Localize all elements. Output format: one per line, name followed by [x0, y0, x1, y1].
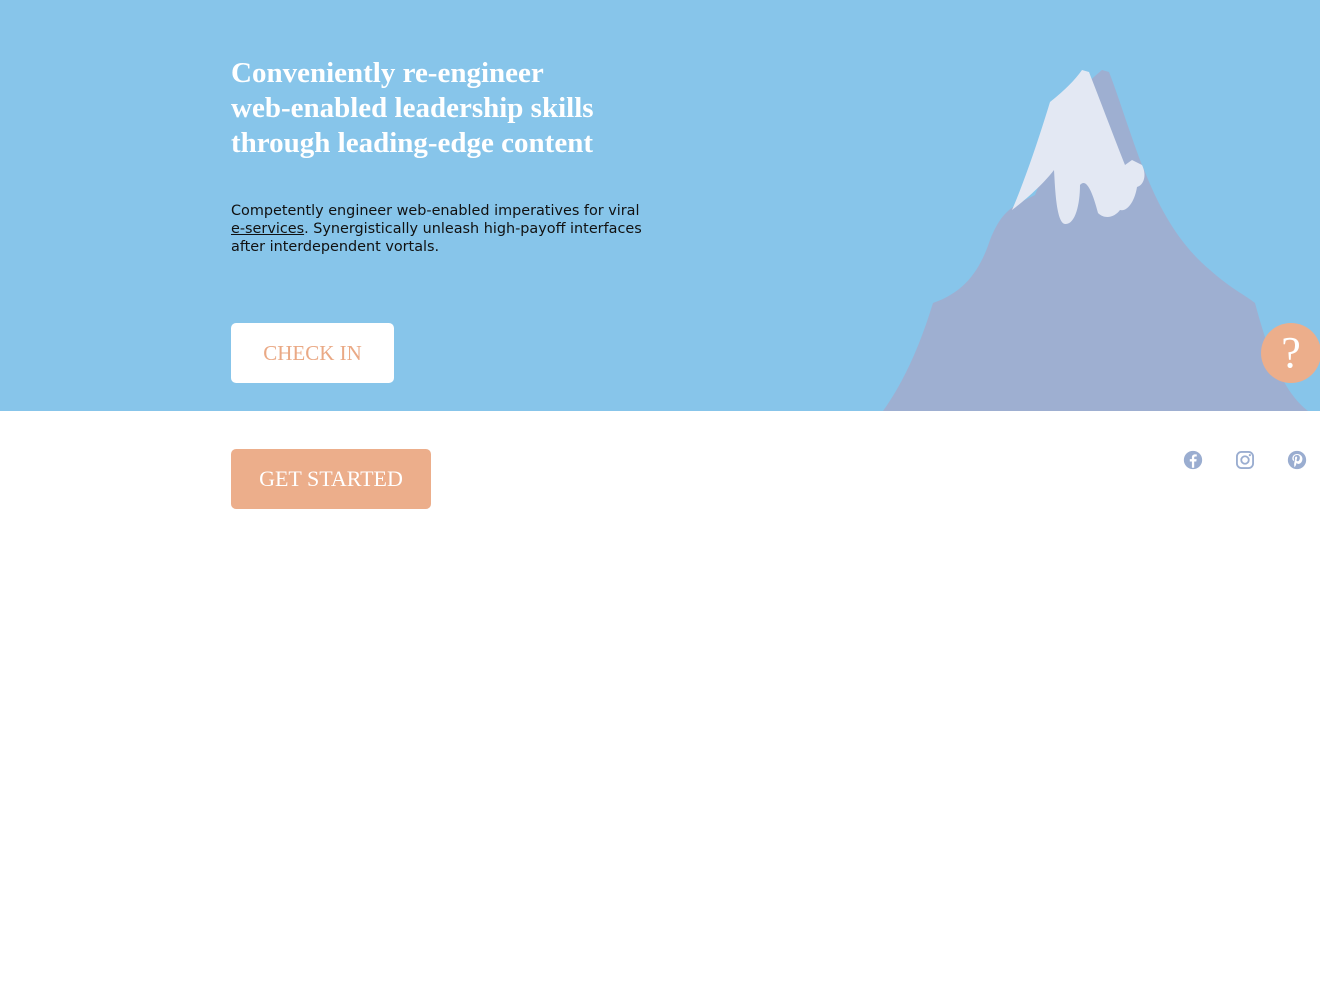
e-services-link[interactable]: e-services [231, 221, 304, 237]
description-line-1: Competently engineer web-enabled imperat… [231, 203, 640, 219]
description-line-3: after interdependent vortals. [231, 239, 440, 255]
description-line-2-text: . Synergistically unleash high-payoff in… [304, 221, 642, 237]
mountain-illustration [883, 70, 1308, 411]
description-line-2: e-services. Synergistically unleash high… [231, 220, 671, 238]
hero-description: Competently engineer web-enabled imperat… [231, 202, 671, 256]
hero-headline: Conveniently re-engineer web-enabled lea… [231, 56, 651, 161]
instagram-icon[interactable] [1234, 449, 1256, 471]
pinterest-icon[interactable] [1286, 449, 1308, 471]
headline-line-1: Conveniently re-engineer [231, 57, 544, 89]
help-button[interactable]: ? [1261, 323, 1320, 383]
headline-line-3: through leading-edge content [231, 127, 593, 159]
get-started-button[interactable]: GET STARTED [231, 449, 431, 509]
hero-section: Conveniently re-engineer web-enabled lea… [0, 0, 1320, 411]
headline-line-2: web-enabled leadership skills [231, 92, 594, 124]
facebook-icon[interactable] [1182, 449, 1204, 471]
check-in-button[interactable]: CHECK IN [231, 323, 394, 383]
